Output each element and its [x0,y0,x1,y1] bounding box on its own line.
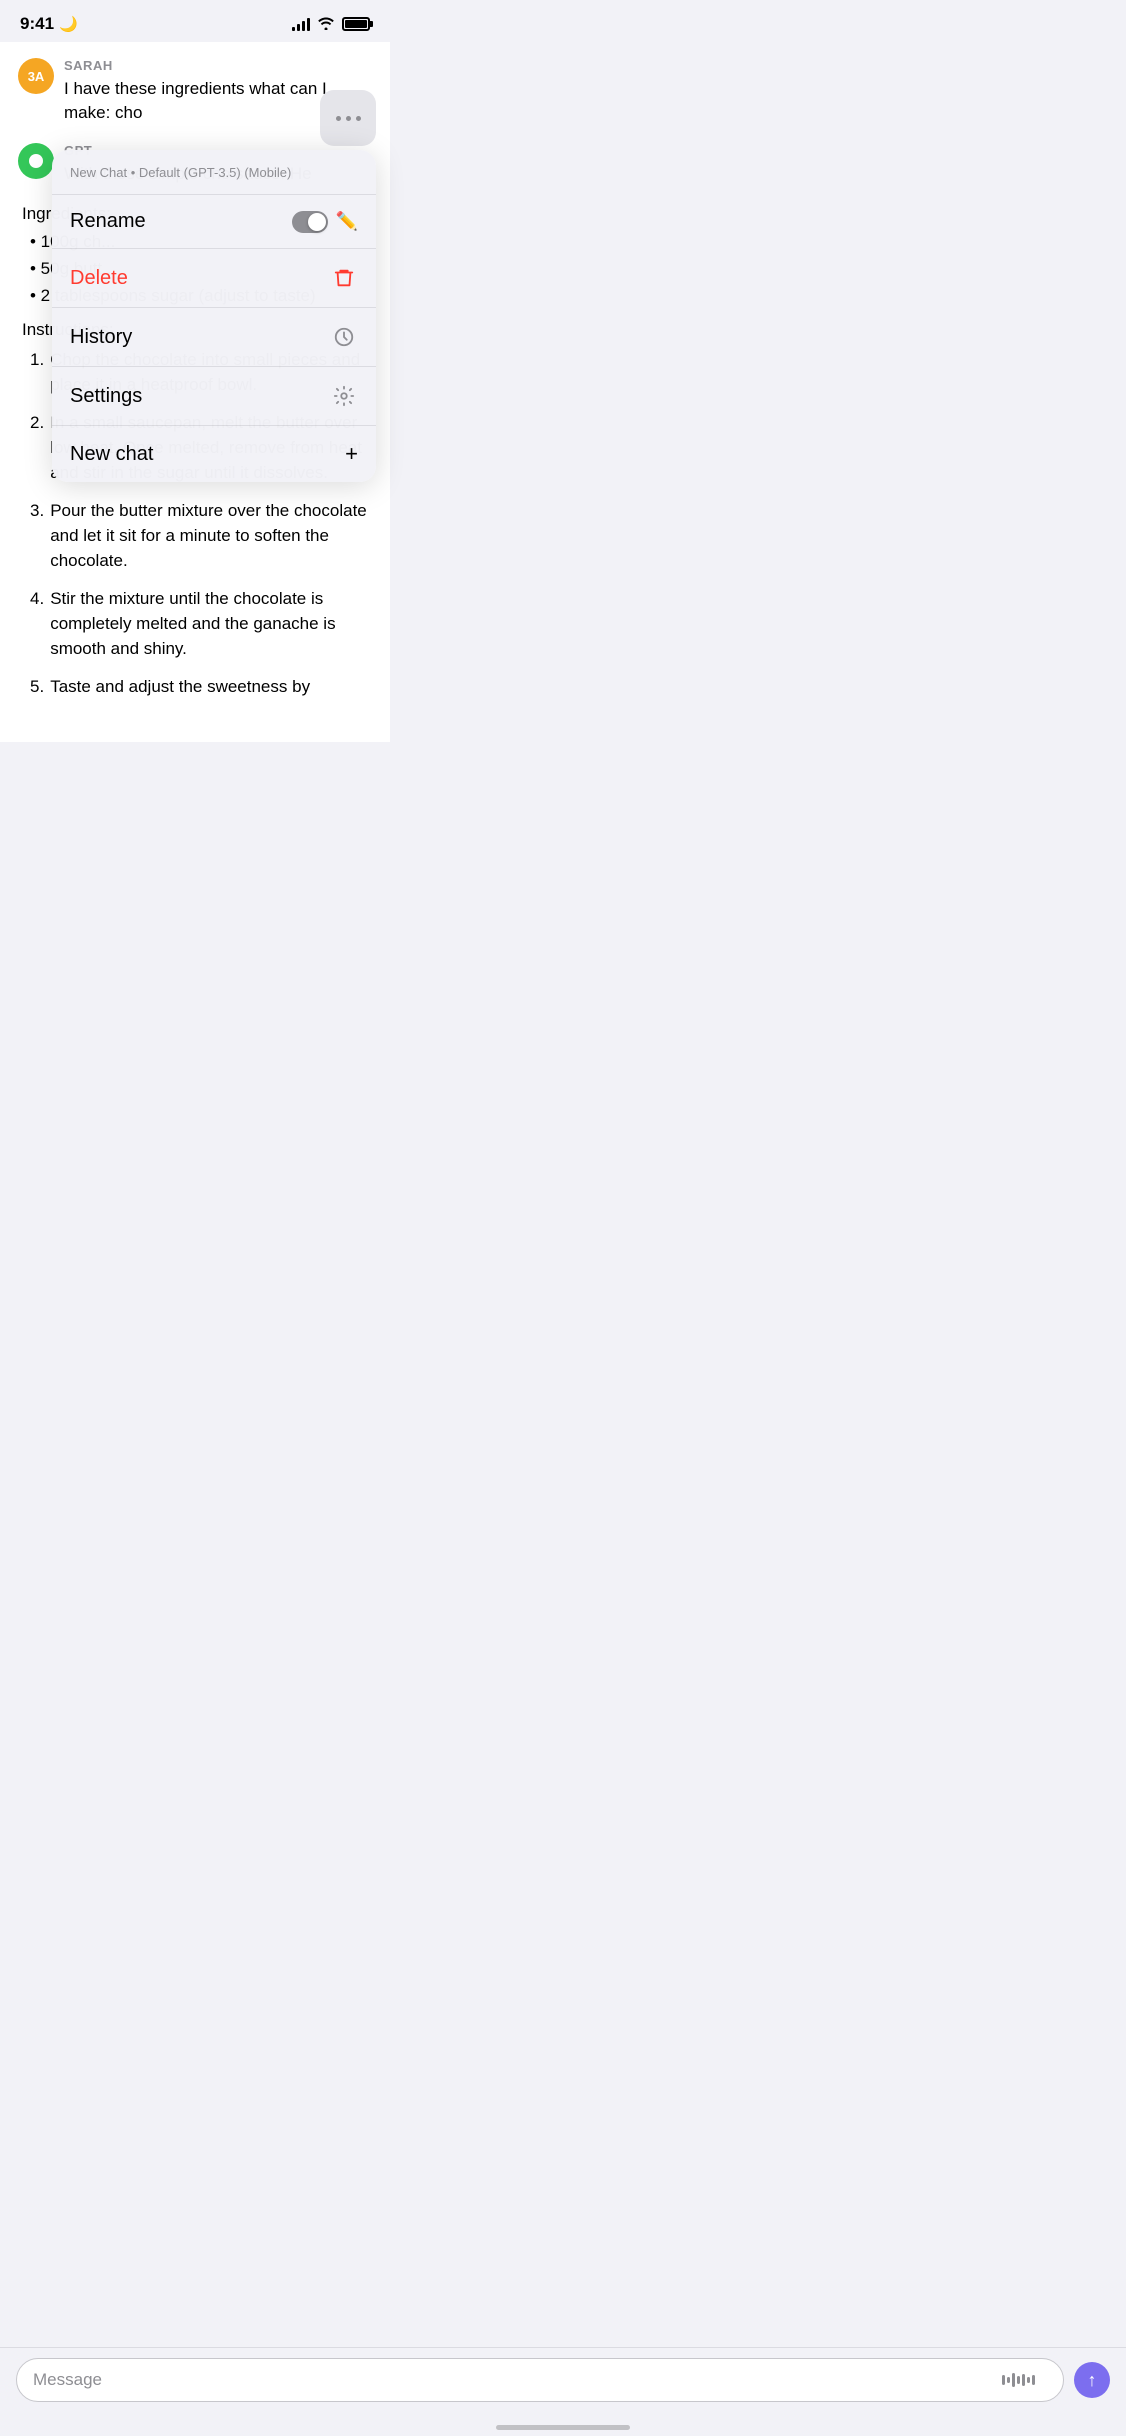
history-icon [330,323,358,351]
instruction-4: 4. Stir the mixture until the chocolate … [26,587,368,661]
context-menu: New Chat • Default (GPT-3.5) (Mobile) Re… [52,150,376,482]
signal-bar-3 [302,21,305,31]
signal-bars [292,17,310,31]
voice-bar-3 [1012,2373,1015,2387]
signal-bar-4 [307,18,310,31]
trash-icon [330,264,358,292]
send-button[interactable]: ↑ [1074,2362,1110,2398]
message-input-container[interactable]: Message [16,2358,1064,2402]
voice-bar-5 [1022,2374,1025,2386]
plus-icon: + [345,441,358,467]
status-bar: 9:41 🌙 [0,0,390,42]
instruction-5: 5. Taste and adjust the sweetness by [26,675,368,700]
battery-icon [342,17,370,31]
rename-toggle-knob [308,213,326,231]
edit-pencil-icon: ✏️ [336,211,358,232]
input-bar: Message ↑ [0,2347,1126,2412]
message-placeholder: Message [33,2370,102,2390]
menu-header: New Chat • Default (GPT-3.5) (Mobile) [52,150,376,195]
voice-waveform [1002,2373,1035,2387]
battery-fill [345,20,367,28]
history-menu-item[interactable]: History [52,308,376,367]
settings-label: Settings [70,385,142,408]
moon-icon: 🌙 [59,15,78,33]
delete-menu-item[interactable]: Delete [52,249,376,308]
signal-bar-2 [297,24,300,31]
voice-bar-4 [1017,2376,1020,2384]
delete-label: Delete [70,267,128,290]
status-icons [292,16,370,33]
history-label: History [70,326,132,349]
signal-bar-1 [292,27,295,31]
sarah-label: SARAH [64,58,372,73]
voice-bar-6 [1027,2377,1030,2383]
voice-bar-7 [1032,2375,1035,2385]
settings-menu-item[interactable]: Settings [52,367,376,426]
time-label: 9:41 [20,14,54,34]
status-time: 9:41 🌙 [20,14,78,34]
voice-icon [1002,2373,1047,2387]
rename-right: ✏️ [292,211,358,233]
rename-toggle[interactable] [292,211,328,233]
new-chat-label: New chat [70,443,153,466]
three-dots-icon [336,116,361,121]
voice-bar-2 [1007,2377,1010,2383]
menu-header-text: New Chat • Default (GPT-3.5) (Mobile) [70,165,291,180]
sarah-message: 3A SARAH I have these ingredients what c… [18,58,372,125]
instruction-3: 3. Pour the butter mixture over the choc… [26,499,368,573]
sarah-avatar: 3A [18,58,54,94]
settings-gear-icon [330,382,358,410]
voice-bar-1 [1002,2375,1005,2385]
gpt-avatar [18,143,54,179]
wifi-icon [317,16,335,33]
rename-menu-item[interactable]: Rename ✏️ [52,195,376,249]
send-arrow-icon: ↑ [1088,2371,1097,2389]
rename-label: Rename [70,210,146,233]
gpt-dot [29,154,43,168]
more-options-button[interactable] [320,90,376,146]
home-indicator [496,2425,630,2430]
new-chat-menu-item[interactable]: New chat + [52,426,376,482]
